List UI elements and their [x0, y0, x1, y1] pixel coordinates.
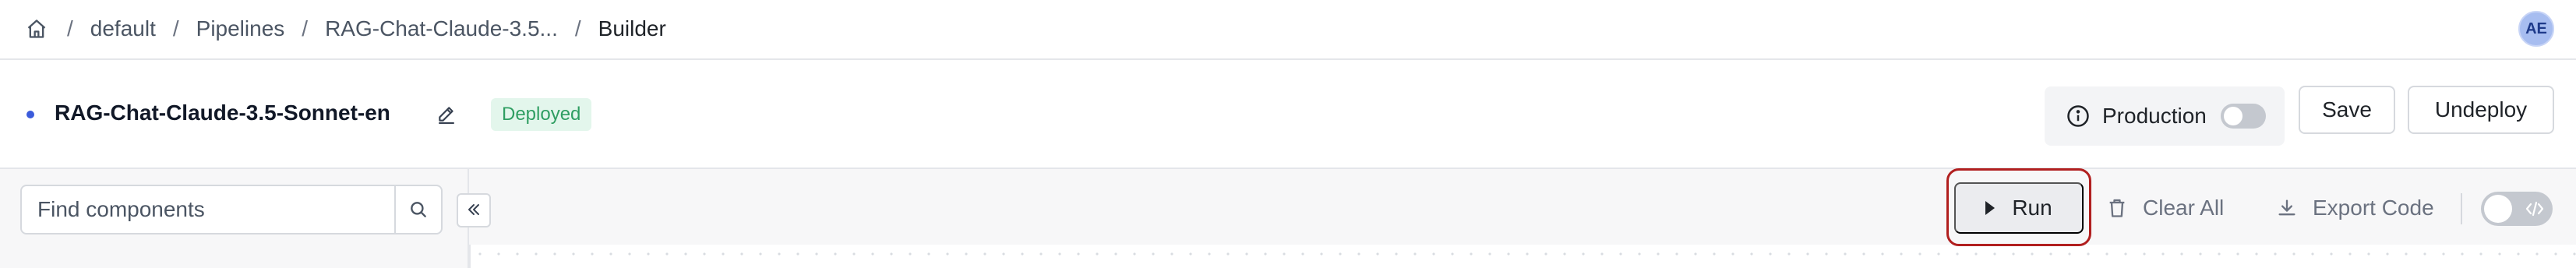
breadcrumb-separator: / [302, 16, 309, 41]
top-bar: / default / Pipelines / RAG-Chat-Claude-… [0, 0, 2576, 60]
export-code-button[interactable]: Export Code [2274, 184, 2434, 232]
production-toggle-group: Production [2045, 86, 2285, 146]
component-search [20, 185, 443, 235]
builder-canvas[interactable] [469, 245, 2576, 268]
clear-all-label: Clear All [2143, 196, 2225, 220]
run-label: Run [2012, 196, 2052, 220]
save-button[interactable]: Save [2299, 86, 2395, 134]
pencil-icon[interactable] [433, 100, 460, 127]
clear-all-button[interactable]: Clear All [2104, 184, 2224, 232]
breadcrumb-workspace[interactable]: default [90, 16, 156, 41]
undeploy-button[interactable]: Undeploy [2408, 86, 2554, 134]
search-icon[interactable] [394, 186, 441, 233]
pipeline-title: RAG-Chat-Claude-3.5-Sonnet-en [55, 100, 390, 125]
info-icon[interactable] [2065, 103, 2091, 129]
breadcrumb: / default / Pipelines / RAG-Chat-Claude-… [23, 16, 666, 42]
production-toggle[interactable] [2220, 104, 2266, 129]
trash-icon [2104, 195, 2130, 221]
toolbar-divider [2461, 193, 2462, 224]
home-icon[interactable] [23, 16, 50, 42]
avatar[interactable]: AE [2518, 11, 2554, 47]
toggle-knob [2484, 195, 2512, 223]
production-label: Production [2102, 104, 2207, 128]
run-button[interactable]: Run [1954, 182, 2084, 234]
search-input[interactable] [22, 186, 394, 233]
download-icon [2274, 195, 2300, 221]
status-dot [26, 111, 34, 118]
breadcrumb-pipelines[interactable]: Pipelines [196, 16, 285, 41]
double-chevron-left-icon [464, 200, 483, 221]
collapse-sidebar-button[interactable] [457, 193, 491, 227]
code-icon [2525, 199, 2545, 218]
breadcrumb-separator: / [67, 16, 73, 41]
pipeline-header: RAG-Chat-Claude-3.5-Sonnet-en Deployed P… [0, 60, 2576, 169]
breadcrumb-current: Builder [598, 16, 666, 41]
breadcrumb-separator: / [574, 16, 581, 41]
play-icon [1985, 201, 1996, 215]
breadcrumb-separator: / [172, 16, 179, 41]
export-code-label: Export Code [2313, 196, 2434, 220]
breadcrumb-pipeline[interactable]: RAG-Chat-Claude-3.5... [325, 16, 558, 41]
code-view-toggle[interactable] [2481, 192, 2553, 226]
status-badge: Deployed [491, 98, 592, 131]
